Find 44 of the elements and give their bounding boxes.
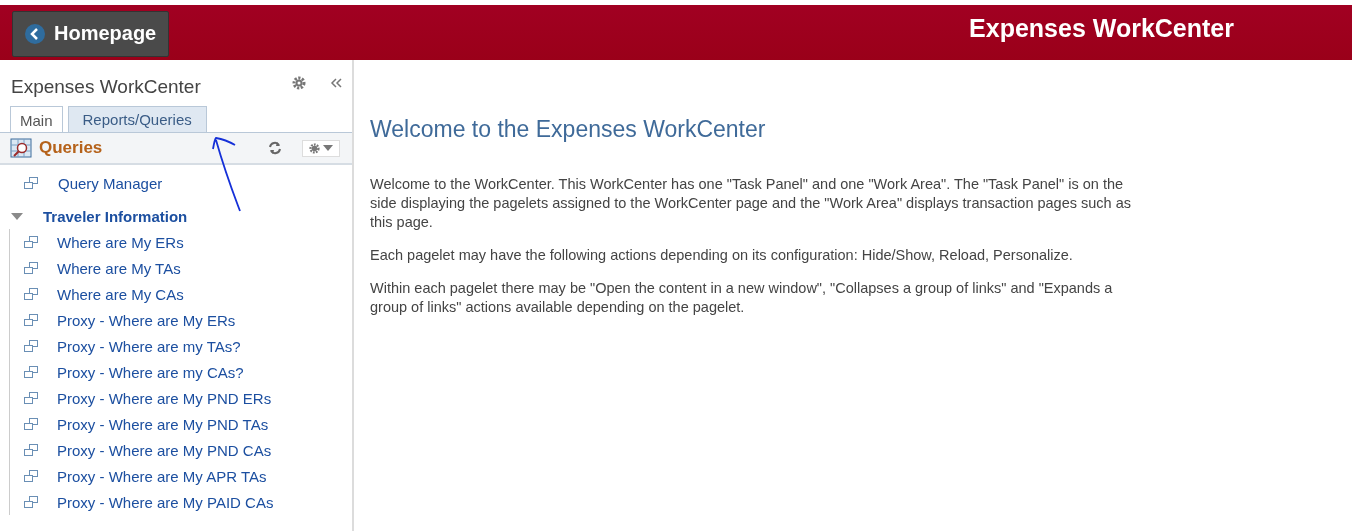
window-icon [24,470,38,482]
welcome-heading: Welcome to the Expenses WorkCenter [370,116,767,143]
window-icon [24,496,38,508]
expanded-triangle-icon[interactable] [11,212,23,220]
caret-icon [323,145,333,151]
collapse-icon[interactable] [330,77,342,89]
refresh-icon[interactable] [268,141,282,155]
window-icon [24,177,38,189]
tab[interactable]: Main [10,106,63,132]
query-link[interactable]: Proxy - Where are My ERs [57,311,236,329]
window-icon [24,288,38,300]
group-title[interactable]: Traveler Information [43,207,188,225]
pagelet-title: Queries [39,138,103,158]
settings-icon[interactable] [292,76,306,90]
query-link[interactable]: Where are My ERs [57,233,184,251]
window-icon [24,262,38,274]
query-link[interactable]: Proxy - Where are My PND TAs [57,415,269,433]
paragraph: Welcome to the WorkCenter. This WorkCenter has one "Task Panel" and one "Work Area". The "Task Panel" is on the side displaying the pagelets assigned to the WorkCenter page and the "Work Area" displays transaction pages such as this page. [370,175,1132,232]
query-icon [10,138,32,158]
paragraph: Within each pagelet there may be "Open the content in a new window", "Collapses a group of links" and "Expands a group of links" actions available depending on the pagelet. [370,279,1114,317]
window-icon [24,236,38,248]
query-link[interactable]: Proxy - Where are My PND ERs [57,389,272,407]
paragraph: Each pagelet may have the following actions depending on its configuration: Hide/Show, Reload, Personalize. [370,246,1074,265]
options-button[interactable] [302,139,340,157]
query-link[interactable]: Where are My CAs [57,285,184,303]
window-icon [24,444,38,456]
window-icon [24,366,38,378]
back-icon [25,23,45,44]
query-link[interactable]: Proxy - Where are my CAs? [57,363,244,381]
query-link[interactable]: Proxy - Where are My APR TAs [57,467,267,485]
window-icon [24,418,38,430]
tab[interactable]: Reports/Queries [67,106,207,132]
query-link[interactable]: Proxy - Where are My PAID CAs [57,493,274,511]
query-link[interactable]: Proxy - Where are My PND CAs [57,441,272,459]
window-icon [24,340,38,352]
window-icon [24,314,38,326]
query-link[interactable]: Query Manager [58,174,163,192]
homepage-button[interactable]: Homepage [12,10,170,57]
window-icon [24,392,38,404]
panel-title: Expenses WorkCenter [11,76,202,98]
gear-icon [309,142,320,154]
page-title: Expenses WorkCenter [969,14,1234,43]
query-link[interactable]: Proxy - Where are my TAs? [57,337,241,355]
query-link[interactable]: Where are My TAs [57,259,181,277]
